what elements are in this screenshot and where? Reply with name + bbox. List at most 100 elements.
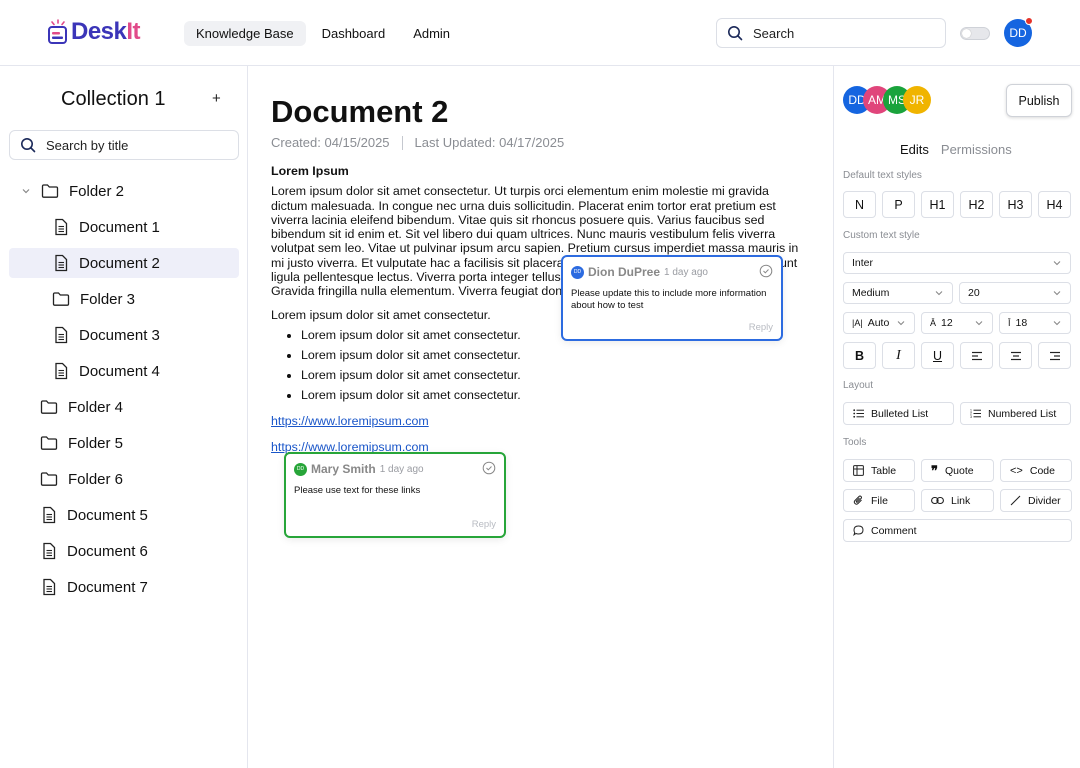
paperclip-icon [853, 495, 862, 505]
align-center-icon[interactable] [999, 342, 1032, 369]
italic-icon[interactable]: I [882, 342, 915, 369]
divider-label: Divider [1028, 494, 1061, 507]
tree-item-document-3[interactable]: Document 3 [9, 320, 239, 350]
comment-header: DD Dion DuPree 1 day ago [571, 265, 708, 279]
link-icon [931, 496, 944, 505]
comment-header: DD Mary Smith 1 day ago [294, 462, 424, 476]
tree-item-document-1[interactable]: Document 1 [9, 212, 239, 242]
line-height-select[interactable]: Ī 18 [999, 312, 1071, 334]
tree-item-folder-3[interactable]: Folder 3 [9, 284, 239, 314]
publish-button[interactable]: Publish [1006, 84, 1072, 117]
numbered-list-label: Numbered List [988, 407, 1057, 420]
folder-icon [40, 472, 58, 486]
comment-card[interactable]: DD Mary Smith 1 day ago Please use text … [284, 452, 506, 538]
nav-knowledge-base[interactable]: Knowledge Base [184, 21, 306, 46]
custom-style-label: Custom text style [843, 230, 920, 241]
tab-permissions[interactable]: Permissions [941, 142, 1012, 157]
bold-icon[interactable]: B [843, 342, 876, 369]
comment-card[interactable]: DD Dion DuPree 1 day ago Please update t… [561, 255, 783, 341]
tree-item-label: Folder 2 [69, 182, 125, 200]
numbered-list-icon: 123 [970, 409, 981, 418]
global-search-input[interactable]: Search [716, 18, 946, 48]
tree-item-folder-4[interactable]: Folder 4 [9, 392, 239, 422]
search-icon [728, 26, 743, 41]
comment-text: Please use text for these links [294, 485, 421, 496]
text-size-select[interactable]: Ā 12 [921, 312, 993, 334]
tree-item-label: Document 1 [79, 218, 160, 236]
comment-button[interactable]: Comment [843, 519, 1072, 542]
code-icon: <> [1010, 464, 1023, 477]
comment-time: 1 day ago [379, 463, 424, 475]
style-paragraph-button[interactable]: P [882, 191, 915, 218]
divider-button[interactable]: Divider [1000, 489, 1072, 512]
file-button[interactable]: File [843, 489, 915, 512]
tree-item-document-6[interactable]: Document 6 [9, 536, 239, 566]
tree-item-label: Folder 3 [80, 290, 136, 308]
add-item-button[interactable]: + [212, 90, 221, 107]
style-h3-button[interactable]: H3 [999, 191, 1032, 218]
bulleted-list-label: Bulleted List [871, 407, 929, 420]
updated-date: Last Updated: 04/17/2025 [414, 135, 565, 150]
quote-button[interactable]: ❞ Quote [921, 459, 994, 482]
chevron-down-icon [935, 291, 943, 296]
chevron-down-icon[interactable] [19, 186, 33, 196]
font-weight-select[interactable]: Medium [843, 282, 953, 304]
tab-edits[interactable]: Edits [900, 142, 929, 157]
tree-item-label: Document 5 [67, 506, 148, 524]
font-size-select[interactable]: 20 [959, 282, 1071, 304]
collaborator-avatar[interactable]: JR [903, 86, 931, 114]
tools-row-2: File Link Divider [843, 489, 1072, 512]
logo-text: DeskIt [71, 18, 141, 45]
format-row: B I U [843, 342, 1071, 369]
tree-item-folder-5[interactable]: Folder 5 [9, 428, 239, 458]
code-button[interactable]: <> Code [1000, 459, 1072, 482]
theme-toggle[interactable] [960, 27, 990, 40]
folder-icon [41, 184, 59, 198]
comment-label: Comment [871, 524, 917, 537]
reply-button[interactable]: Reply [749, 322, 773, 333]
tree-item-folder-6[interactable]: Folder 6 [9, 464, 239, 494]
tree-item-document-2[interactable]: Document 2 [9, 248, 239, 278]
letter-spacing-select[interactable]: |A| Auto [843, 312, 915, 334]
user-avatar[interactable]: DD [1004, 17, 1033, 47]
align-left-icon[interactable] [960, 342, 993, 369]
nav-dashboard[interactable]: Dashboard [310, 21, 398, 46]
link-button[interactable]: Link [921, 489, 994, 512]
style-normal-button[interactable]: N [843, 191, 876, 218]
notification-dot [1025, 17, 1033, 25]
search-icon [21, 138, 36, 153]
style-h2-button[interactable]: H2 [960, 191, 993, 218]
chevron-down-icon [1053, 261, 1061, 266]
tools-row-1: Table ❞ Quote <> Code [843, 459, 1072, 482]
table-label: Table [871, 464, 897, 477]
chevron-down-icon [897, 321, 905, 326]
layout-label: Layout [843, 380, 874, 391]
sidebar-search-input[interactable]: Search by title [9, 130, 239, 160]
document-title[interactable]: Document 2 [271, 94, 448, 130]
font-family-select[interactable]: Inter [843, 252, 1071, 274]
document-icon [55, 218, 68, 236]
tree-item-document-5[interactable]: Document 5 [9, 500, 239, 530]
tree-item-document-7[interactable]: Document 7 [9, 572, 239, 602]
logo[interactable]: DeskIt [46, 18, 141, 46]
chevron-down-icon [975, 321, 983, 326]
tree-item-folder-2[interactable]: Folder 2 [9, 176, 239, 206]
folder-icon [40, 400, 58, 414]
underline-icon[interactable]: U [921, 342, 954, 369]
nav-admin[interactable]: Admin [401, 21, 462, 46]
align-right-icon[interactable] [1038, 342, 1071, 369]
numbered-list-button[interactable]: 123 Numbered List [960, 402, 1071, 425]
resolve-check-icon[interactable] [482, 461, 496, 475]
code-label: Code [1029, 464, 1055, 477]
style-h1-button[interactable]: H1 [921, 191, 954, 218]
letter-spacing-value: Auto [867, 317, 890, 329]
table-button[interactable]: Table [843, 459, 915, 482]
style-h4-button[interactable]: H4 [1038, 191, 1071, 218]
tree-item-document-4[interactable]: Document 4 [9, 356, 239, 386]
bulleted-list-button[interactable]: Bulleted List [843, 402, 954, 425]
collaborator-avatars: DD AM MS JR [843, 86, 963, 114]
resolve-check-icon[interactable] [759, 264, 773, 278]
comment-text: Please update this to include more infor… [571, 288, 767, 311]
document-link[interactable]: https://www.loremipsum.com [271, 414, 806, 428]
reply-button[interactable]: Reply [472, 519, 496, 530]
